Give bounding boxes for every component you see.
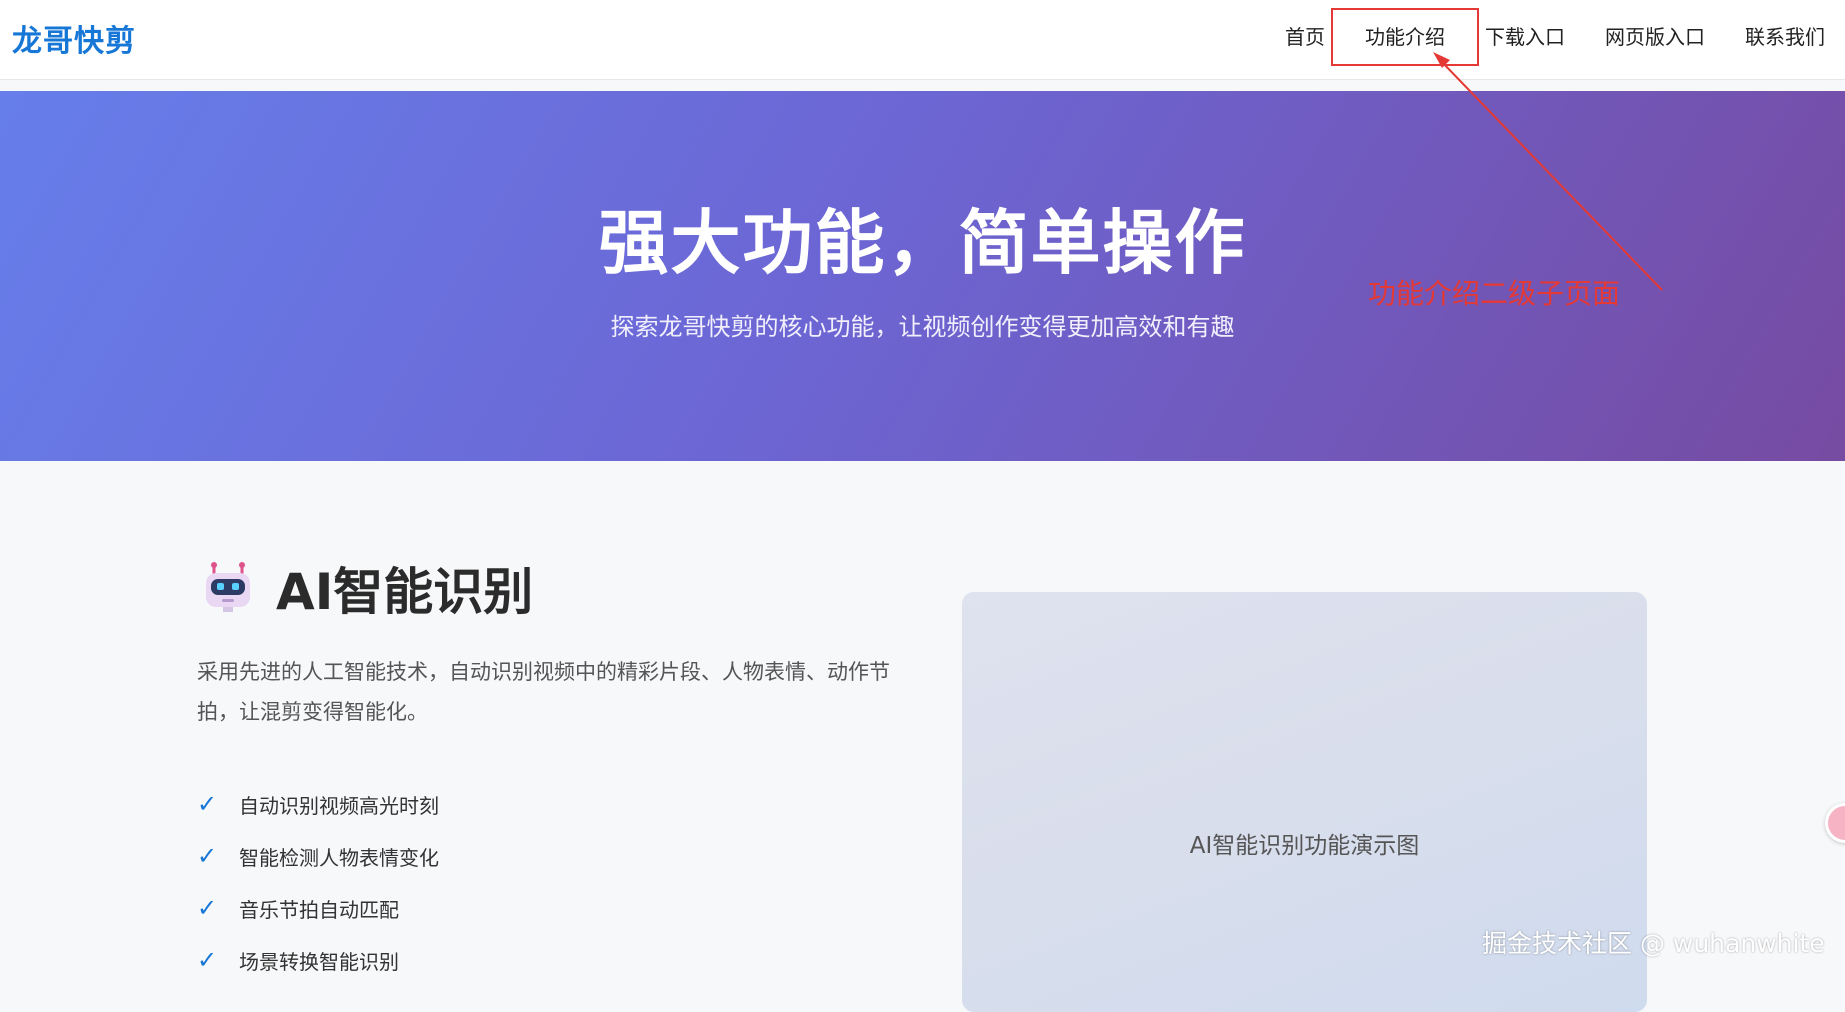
demo-label: AI智能识别功能演示图 — [1189, 833, 1420, 859]
feature-description: 采用先进的人工智能技术，自动识别视频中的精彩片段、人物表情、动作节拍，让混剪变得… — [197, 660, 890, 724]
feature-item-text: 音乐节拍自动匹配 — [239, 897, 399, 922]
nav-web-version[interactable]: 网页版入口 — [1585, 22, 1725, 52]
feature-item-text: 智能检测人物表情变化 — [239, 845, 439, 870]
feature-title: AI智能识别 — [276, 563, 534, 621]
main-nav: 首页 功能介绍 下载入口 网页版入口 联系我们 — [1265, 8, 1845, 66]
check-icon: ✓ — [197, 790, 218, 818]
site-logo[interactable]: 龙哥快剪 — [12, 16, 136, 60]
feature-heading: AI智能识别 — [200, 552, 533, 624]
list-item: ✓ 场景转换智能识别 — [197, 934, 439, 986]
list-item: ✓ 智能检测人物表情变化 — [197, 830, 439, 882]
top-header: 龙哥快剪 首页 功能介绍 下载入口 网页版入口 联系我们 — [0, 0, 1845, 80]
feature-list: ✓ 自动识别视频高光时刻 ✓ 智能检测人物表情变化 ✓ 音乐节拍自动匹配 ✓ 场… — [197, 778, 439, 986]
nav-download[interactable]: 下载入口 — [1465, 22, 1585, 52]
floating-widget-icon[interactable] — [1825, 803, 1845, 843]
list-item: ✓ 自动识别视频高光时刻 — [197, 778, 439, 830]
check-icon: ✓ — [197, 842, 218, 870]
watermark: 掘金技术社区 @ wuhanwhite — [1482, 929, 1825, 958]
nav-home[interactable]: 首页 — [1265, 22, 1345, 52]
list-item: ✓ 音乐节拍自动匹配 — [197, 882, 439, 934]
feature-item-text: 场景转换智能识别 — [239, 949, 399, 974]
feature-item-text: 自动识别视频高光时刻 — [239, 793, 439, 818]
annotation-label: 功能介绍二级子页面 — [1368, 277, 1621, 310]
robot-icon — [206, 562, 250, 612]
nav-contact[interactable]: 联系我们 — [1725, 22, 1845, 52]
check-icon: ✓ — [197, 946, 218, 974]
hero-subtitle: 探索龙哥快剪的核心功能，让视频创作变得更加高效和有趣 — [610, 313, 1235, 341]
check-icon: ✓ — [197, 894, 218, 922]
nav-features[interactable]: 功能介绍 — [1331, 8, 1479, 66]
